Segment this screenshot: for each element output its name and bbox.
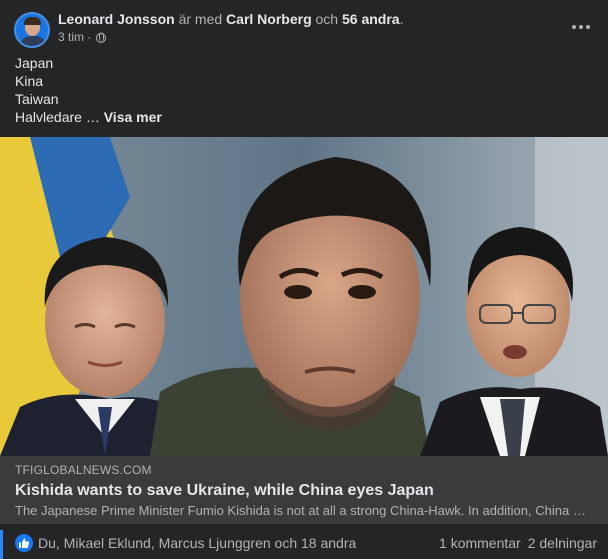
headline-period: . — [399, 11, 404, 27]
post-text: Japan Kina Taiwan Halvledare … Visa mer — [15, 54, 162, 126]
link-preview[interactable]: TFIGLOBALNEWS.COM Kishida wants to save … — [0, 456, 608, 524]
post-text-line: Taiwan — [15, 91, 59, 107]
globe-icon[interactable] — [96, 32, 107, 43]
post-time[interactable]: 3 tim — [58, 30, 84, 45]
and-text: och — [315, 11, 339, 27]
see-more-link[interactable]: Visa mer — [104, 109, 162, 125]
more-options-icon[interactable] — [568, 16, 594, 38]
engagement-counts: 1 kommentar 2 delningar — [439, 535, 597, 551]
post-headline: Leonard Jonsson är med Carl Norberg och … — [58, 11, 403, 28]
author-avatar[interactable] — [14, 12, 50, 48]
author-name[interactable]: Leonard Jonsson — [58, 11, 175, 27]
post-meta: 3 tim · — [58, 30, 107, 45]
link-domain: TFIGLOBALNEWS.COM — [15, 463, 152, 477]
post-header: Leonard Jonsson är med Carl Norberg och … — [0, 0, 608, 52]
tagged-person[interactable]: Carl Norberg — [226, 11, 312, 27]
post-text-line: Kina — [15, 73, 44, 89]
link-description: The Japanese Prime Minister Fumio Kishid… — [15, 503, 590, 518]
shares-count[interactable]: 2 delningar — [528, 535, 597, 551]
comments-count[interactable]: 1 kommentar — [439, 535, 521, 551]
post-text-last-line: Halvledare … Visa mer — [15, 108, 162, 126]
reactions-summary[interactable]: Du, Mikael Eklund, Marcus Ljunggren och … — [38, 535, 356, 551]
link-preview-image[interactable] — [0, 137, 608, 456]
post-text-truncated: Halvledare … — [15, 109, 100, 125]
link-title[interactable]: Kishida wants to save Ukraine, while Chi… — [15, 481, 434, 501]
with-text: är med — [178, 11, 223, 27]
feed-post: Leonard Jonsson är med Carl Norberg och … — [0, 0, 608, 559]
tagged-others[interactable]: 56 andra — [342, 11, 400, 27]
post-footer: Du, Mikael Eklund, Marcus Ljunggren och … — [0, 524, 608, 559]
post-text-line: Japan — [15, 55, 54, 71]
meta-separator: · — [87, 30, 92, 44]
like-icon — [15, 534, 33, 552]
